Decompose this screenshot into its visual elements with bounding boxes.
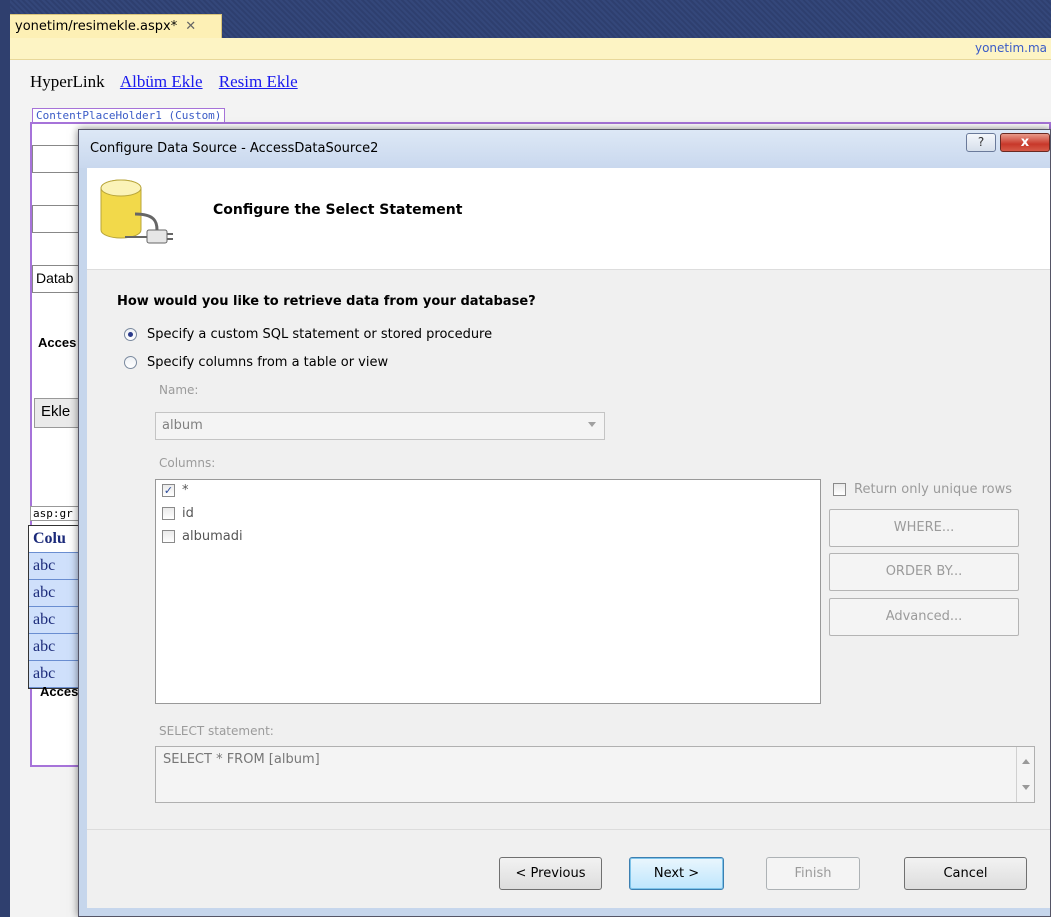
custom-sql-label: Specify a custom SQL statement or stored… bbox=[147, 327, 493, 342]
scroll-up-icon[interactable] bbox=[1022, 759, 1030, 764]
column-item[interactable]: albumadi bbox=[162, 529, 243, 544]
close-button[interactable]: x bbox=[1000, 133, 1050, 152]
table-columns-label: Specify columns from a table or view bbox=[147, 355, 389, 370]
column-label: albumadi bbox=[182, 529, 243, 544]
column-label: * bbox=[182, 483, 189, 498]
document-tab-label: yonetim/resimekle.aspx* bbox=[15, 19, 178, 34]
table-name-value: album bbox=[162, 418, 203, 433]
unique-rows-option[interactable]: Return only unique rows bbox=[833, 482, 1012, 497]
table-name-dropdown[interactable]: album bbox=[155, 412, 605, 440]
content-placeholder-label: ContentPlaceHolder1 (Custom) bbox=[32, 108, 226, 123]
select-statement-label: SELECT statement: bbox=[159, 724, 274, 738]
radio-unselected[interactable] bbox=[124, 356, 137, 369]
wizard-step-title: Configure the Select Statement bbox=[213, 202, 463, 218]
scroll-down-icon[interactable] bbox=[1022, 785, 1030, 790]
finish-button[interactable]: Finish bbox=[766, 857, 860, 890]
cancel-button[interactable]: Cancel bbox=[904, 857, 1027, 890]
resim-ekle-link[interactable]: Resim Ekle bbox=[219, 72, 298, 91]
hyperlink-row: HyperLink Albüm Ekle Resim Ekle bbox=[30, 72, 310, 92]
column-item[interactable]: ✓ * bbox=[162, 483, 189, 498]
help-button[interactable]: ? bbox=[966, 133, 996, 152]
master-page-bar: yonetim.ma bbox=[10, 38, 1051, 60]
wizard-header: Configure the Select Statement bbox=[87, 168, 1050, 270]
unique-rows-label: Return only unique rows bbox=[854, 482, 1013, 497]
checkbox-checked[interactable]: ✓ bbox=[162, 484, 175, 497]
document-tab[interactable]: yonetim/resimekle.aspx* ✕ bbox=[8, 14, 222, 38]
chevron-down-icon bbox=[588, 422, 596, 427]
retrieve-question: How would you like to retrieve data from… bbox=[117, 294, 536, 309]
document-tab-strip: yonetim/resimekle.aspx* ✕ bbox=[0, 0, 1051, 38]
name-label: Name: bbox=[159, 383, 199, 397]
dialog-title: Configure Data Source - AccessDataSource… bbox=[90, 141, 379, 156]
background-dropdown-text: Datab bbox=[36, 270, 74, 286]
close-icon: x bbox=[1020, 135, 1030, 150]
ide-left-strip bbox=[0, 0, 10, 917]
database-icon bbox=[100, 179, 173, 244]
next-button[interactable]: Next > bbox=[629, 857, 724, 890]
access-datasource-label: Acces bbox=[38, 335, 77, 350]
select-statement-text: SELECT * FROM [album] bbox=[163, 752, 320, 767]
columns-label: Columns: bbox=[159, 456, 216, 470]
scrollbar[interactable] bbox=[1016, 747, 1034, 802]
column-label: id bbox=[182, 506, 194, 521]
access-datasource-label: Acces bbox=[40, 684, 79, 699]
order-by-button[interactable]: ORDER BY... bbox=[829, 553, 1019, 591]
column-item[interactable]: id bbox=[162, 506, 194, 521]
configure-data-source-dialog: Configure Data Source - AccessDataSource… bbox=[78, 129, 1051, 917]
checkbox[interactable] bbox=[833, 483, 846, 496]
dialog-titlebar[interactable]: Configure Data Source - AccessDataSource… bbox=[79, 130, 1050, 168]
advanced-button[interactable]: Advanced... bbox=[829, 598, 1019, 636]
help-icon: ? bbox=[977, 135, 985, 149]
dialog-client-area: Configure the Select Statement How would… bbox=[87, 168, 1050, 908]
table-columns-option[interactable]: Specify columns from a table or view bbox=[124, 355, 388, 370]
custom-sql-option[interactable]: Specify a custom SQL statement or stored… bbox=[124, 327, 492, 342]
album-ekle-link[interactable]: Albüm Ekle bbox=[120, 72, 203, 91]
select-statement-box[interactable]: SELECT * FROM [album] bbox=[155, 746, 1035, 803]
close-icon[interactable]: ✕ bbox=[185, 19, 196, 34]
footer-divider bbox=[87, 829, 1050, 830]
radio-selected[interactable] bbox=[124, 328, 137, 341]
columns-list[interactable]: ✓ * id albumadi bbox=[155, 479, 821, 704]
checkbox[interactable] bbox=[162, 530, 175, 543]
where-button[interactable]: WHERE... bbox=[829, 509, 1019, 547]
master-page-link[interactable]: yonetim.ma bbox=[975, 41, 1047, 55]
hyperlink-text[interactable]: HyperLink bbox=[30, 72, 105, 91]
checkbox[interactable] bbox=[162, 507, 175, 520]
previous-button[interactable]: < Previous bbox=[499, 857, 602, 890]
